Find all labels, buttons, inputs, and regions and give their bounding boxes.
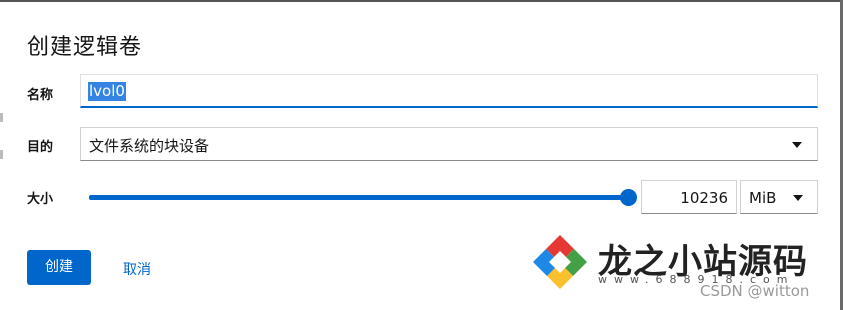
size-input[interactable]: 10236: [641, 180, 737, 214]
size-unit-value: MiB: [749, 189, 777, 207]
background-edge: [0, 150, 3, 159]
size-slider-track[interactable]: [89, 195, 629, 200]
dialog-title: 创建逻辑卷: [27, 35, 143, 60]
name-input-value: lvol0: [88, 82, 126, 101]
size-unit-select[interactable]: MiB: [740, 180, 818, 214]
size-slider[interactable]: [89, 189, 637, 207]
purpose-select-value: 文件系统的块设备: [89, 137, 210, 155]
purpose-label: 目的: [27, 140, 54, 155]
background-edge: [0, 113, 3, 122]
create-button[interactable]: 创建: [27, 250, 91, 285]
name-label: 名称: [27, 88, 54, 103]
name-input[interactable]: lvol0: [80, 74, 818, 108]
size-input-value: 10236: [680, 189, 728, 207]
purpose-select[interactable]: 文件系统的块设备: [80, 127, 818, 161]
cancel-button[interactable]: 取消: [123, 259, 151, 279]
caret-down-icon: [793, 195, 803, 201]
size-slider-thumb[interactable]: [620, 189, 637, 206]
watermark-logo-icon: [533, 235, 587, 289]
window-top-border: [0, 0, 843, 2]
watermark-credit: CSDN @witton: [700, 282, 810, 300]
size-label: 大小: [27, 192, 54, 207]
caret-down-icon: [792, 142, 802, 148]
